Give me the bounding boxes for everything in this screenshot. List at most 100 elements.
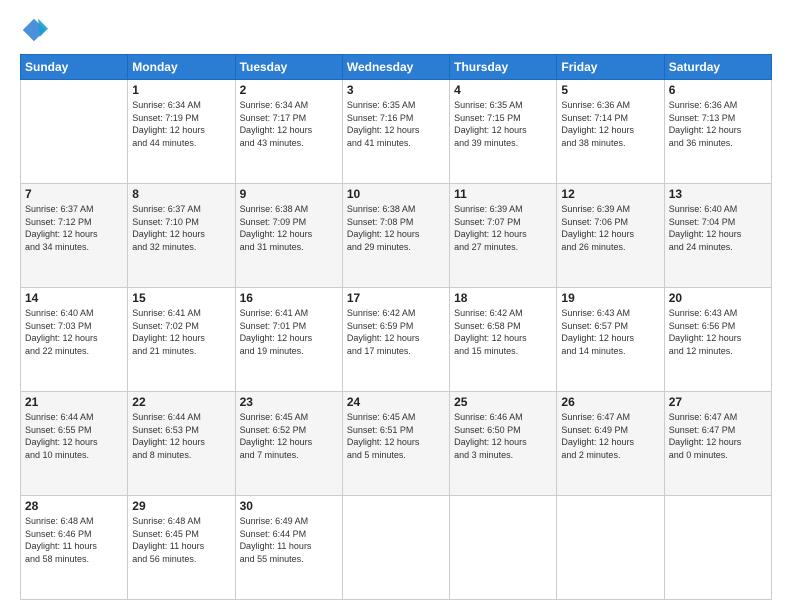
day-info: Sunrise: 6:39 AM Sunset: 7:06 PM Dayligh… — [561, 203, 659, 253]
day-info: Sunrise: 6:37 AM Sunset: 7:12 PM Dayligh… — [25, 203, 123, 253]
calendar-cell: 16Sunrise: 6:41 AM Sunset: 7:01 PM Dayli… — [235, 288, 342, 392]
calendar-cell: 19 Sunrise: 6:43 AM Sunset: 6:57 PM Dayli… — [557, 288, 664, 392]
calendar-cell: 7 Sunrise: 6:37 AM Sunset: 7:12 PM Daylig… — [21, 184, 128, 288]
day-info: Sunrise: 6:34 AM Sunset: 7:19 PM Dayligh… — [132, 99, 230, 149]
day-info: Sunrise: 6:47 AM Sunset: 6:49 PM Dayligh… — [561, 411, 659, 461]
day-number: 27 — [669, 395, 767, 409]
page: SundayMondayTuesdayWednesdayThursdayFrid… — [0, 0, 792, 612]
calendar-cell — [664, 496, 771, 600]
calendar-cell — [450, 496, 557, 600]
day-info: Sunrise: 6:45 AM Sunset: 6:51 PM Dayligh… — [347, 411, 445, 461]
day-info: Sunrise: 6:40 AM Sunset: 7:04 PM Dayligh… — [669, 203, 767, 253]
day-number: 1 — [132, 83, 230, 97]
day-number: 21 — [25, 395, 123, 409]
day-info: Sunrise: 6:45 AM Sunset: 6:52 PM Dayligh… — [240, 411, 338, 461]
calendar-cell: 14 Sunrise: 6:40 AM Sunset: 7:03 PM Dayli… — [21, 288, 128, 392]
calendar-cell — [557, 496, 664, 600]
calendar-cell: 13 Sunrise: 6:40 AM Sunset: 7:04 PM Dayli… — [664, 184, 771, 288]
weekday-header-sunday: Sunday — [21, 55, 128, 80]
calendar-cell: 18 Sunrise: 6:42 AM Sunset: 6:58 PM Dayli… — [450, 288, 557, 392]
day-info: Sunrise: 6:35 AM Sunset: 7:16 PM Dayligh… — [347, 99, 445, 149]
calendar-cell — [21, 80, 128, 184]
weekday-header-wednesday: Wednesday — [342, 55, 449, 80]
calendar-week-row: 7 Sunrise: 6:37 AM Sunset: 7:12 PM Daylig… — [21, 184, 772, 288]
day-number: 22 — [132, 395, 230, 409]
day-info: Sunrise: 6:48 AM Sunset: 6:46 PM Dayligh… — [25, 515, 123, 565]
day-number: 30 — [240, 499, 338, 513]
calendar-cell: 23Sunrise: 6:45 AM Sunset: 6:52 PM Dayli… — [235, 392, 342, 496]
day-info: Sunrise: 6:38 AM Sunset: 7:08 PM Dayligh… — [347, 203, 445, 253]
day-info: Sunrise: 6:44 AM Sunset: 6:53 PM Dayligh… — [132, 411, 230, 461]
day-info: Sunrise: 6:40 AM Sunset: 7:03 PM Dayligh… — [25, 307, 123, 357]
weekday-header-saturday: Saturday — [664, 55, 771, 80]
day-number: 5 — [561, 83, 659, 97]
day-number: 14 — [25, 291, 123, 305]
calendar-cell — [342, 496, 449, 600]
day-number: 10 — [347, 187, 445, 201]
weekday-header-monday: Monday — [128, 55, 235, 80]
day-info: Sunrise: 6:43 AM Sunset: 6:56 PM Dayligh… — [669, 307, 767, 357]
day-info: Sunrise: 6:46 AM Sunset: 6:50 PM Dayligh… — [454, 411, 552, 461]
calendar-cell: 2 Sunrise: 6:34 AM Sunset: 7:17 PM Daylig… — [235, 80, 342, 184]
calendar-cell: 9 Sunrise: 6:38 AM Sunset: 7:09 PM Daylig… — [235, 184, 342, 288]
day-info: Sunrise: 6:42 AM Sunset: 6:58 PM Dayligh… — [454, 307, 552, 357]
day-number: 18 — [454, 291, 552, 305]
calendar-week-row: 14 Sunrise: 6:40 AM Sunset: 7:03 PM Dayli… — [21, 288, 772, 392]
day-number: 24 — [347, 395, 445, 409]
calendar-cell: 30 Sunrise: 6:49 AM Sunset: 6:44 PM Dayli… — [235, 496, 342, 600]
day-number: 2 — [240, 83, 338, 97]
day-number: 7 — [25, 187, 123, 201]
weekday-header-thursday: Thursday — [450, 55, 557, 80]
day-info: Sunrise: 6:41 AM Sunset: 7:01 PM Dayligh… — [240, 307, 338, 357]
day-number: 8 — [132, 187, 230, 201]
day-info: Sunrise: 6:37 AM Sunset: 7:10 PM Dayligh… — [132, 203, 230, 253]
day-number: 15 — [132, 291, 230, 305]
day-number: 13 — [669, 187, 767, 201]
calendar-cell: 12 Sunrise: 6:39 AM Sunset: 7:06 PM Dayli… — [557, 184, 664, 288]
calendar-cell: 3Sunrise: 6:35 AM Sunset: 7:16 PM Daylig… — [342, 80, 449, 184]
day-info: Sunrise: 6:41 AM Sunset: 7:02 PM Dayligh… — [132, 307, 230, 357]
day-number: 28 — [25, 499, 123, 513]
calendar-body: 1 Sunrise: 6:34 AM Sunset: 7:19 PM Daylig… — [21, 80, 772, 600]
calendar-cell: 20Sunrise: 6:43 AM Sunset: 6:56 PM Dayli… — [664, 288, 771, 392]
day-number: 6 — [669, 83, 767, 97]
day-info: Sunrise: 6:47 AM Sunset: 6:47 PM Dayligh… — [669, 411, 767, 461]
calendar-cell: 26 Sunrise: 6:47 AM Sunset: 6:49 PM Dayli… — [557, 392, 664, 496]
calendar-cell: 10 Sunrise: 6:38 AM Sunset: 7:08 PM Dayli… — [342, 184, 449, 288]
day-number: 4 — [454, 83, 552, 97]
day-info: Sunrise: 6:49 AM Sunset: 6:44 PM Dayligh… — [240, 515, 338, 565]
weekday-header-tuesday: Tuesday — [235, 55, 342, 80]
calendar-week-row: 1 Sunrise: 6:34 AM Sunset: 7:19 PM Daylig… — [21, 80, 772, 184]
day-info: Sunrise: 6:43 AM Sunset: 6:57 PM Dayligh… — [561, 307, 659, 357]
day-info: Sunrise: 6:35 AM Sunset: 7:15 PM Dayligh… — [454, 99, 552, 149]
day-info: Sunrise: 6:48 AM Sunset: 6:45 PM Dayligh… — [132, 515, 230, 565]
calendar-cell: 29 Sunrise: 6:48 AM Sunset: 6:45 PM Dayli… — [128, 496, 235, 600]
day-info: Sunrise: 6:34 AM Sunset: 7:17 PM Dayligh… — [240, 99, 338, 149]
calendar-cell: 11 Sunrise: 6:39 AM Sunset: 7:07 PM Dayli… — [450, 184, 557, 288]
day-info: Sunrise: 6:39 AM Sunset: 7:07 PM Dayligh… — [454, 203, 552, 253]
day-number: 12 — [561, 187, 659, 201]
header — [20, 16, 772, 44]
day-number: 11 — [454, 187, 552, 201]
calendar-cell: 5Sunrise: 6:36 AM Sunset: 7:14 PM Daylig… — [557, 80, 664, 184]
calendar-table: SundayMondayTuesdayWednesdayThursdayFrid… — [20, 54, 772, 600]
day-number: 9 — [240, 187, 338, 201]
calendar-cell: 24 Sunrise: 6:45 AM Sunset: 6:51 PM Dayli… — [342, 392, 449, 496]
weekday-header-friday: Friday — [557, 55, 664, 80]
calendar-cell: 27 Sunrise: 6:47 AM Sunset: 6:47 PM Dayli… — [664, 392, 771, 496]
day-number: 25 — [454, 395, 552, 409]
day-info: Sunrise: 6:44 AM Sunset: 6:55 PM Dayligh… — [25, 411, 123, 461]
weekday-header-row: SundayMondayTuesdayWednesdayThursdayFrid… — [21, 55, 772, 80]
calendar-cell: 28 Sunrise: 6:48 AM Sunset: 6:46 PM Dayli… — [21, 496, 128, 600]
logo-icon — [20, 16, 48, 44]
calendar-week-row: 28 Sunrise: 6:48 AM Sunset: 6:46 PM Dayli… — [21, 496, 772, 600]
calendar-cell: 1 Sunrise: 6:34 AM Sunset: 7:19 PM Daylig… — [128, 80, 235, 184]
day-number: 17 — [347, 291, 445, 305]
calendar-cell: 22 Sunrise: 6:44 AM Sunset: 6:53 PM Dayli… — [128, 392, 235, 496]
day-number: 19 — [561, 291, 659, 305]
day-info: Sunrise: 6:38 AM Sunset: 7:09 PM Dayligh… — [240, 203, 338, 253]
day-number: 29 — [132, 499, 230, 513]
day-info: Sunrise: 6:36 AM Sunset: 7:13 PM Dayligh… — [669, 99, 767, 149]
calendar-cell: 4 Sunrise: 6:35 AM Sunset: 7:15 PM Daylig… — [450, 80, 557, 184]
day-number: 26 — [561, 395, 659, 409]
